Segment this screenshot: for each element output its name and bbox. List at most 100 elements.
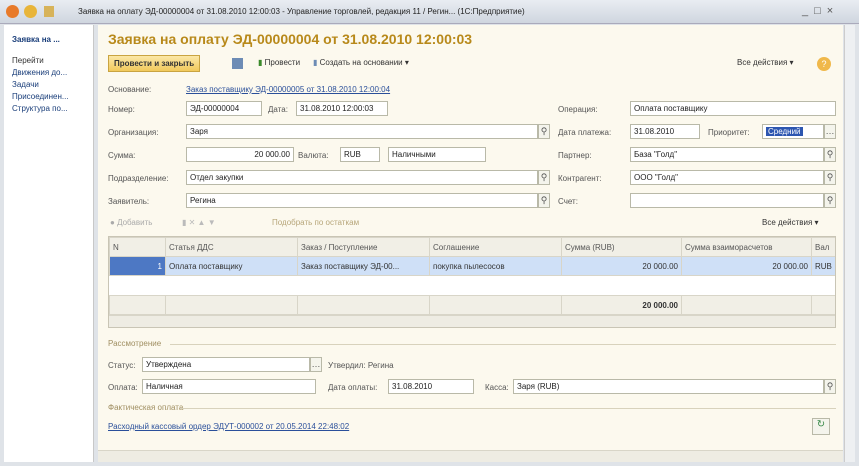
sidebar-item-tasks[interactable]: Задачи bbox=[12, 80, 39, 89]
dept-field[interactable]: Отдел закупки bbox=[186, 170, 538, 185]
currency-label: Валюта: bbox=[298, 151, 329, 160]
applicant-label: Заявитель: bbox=[108, 197, 150, 206]
applicant-field[interactable]: Регина bbox=[186, 193, 538, 208]
title-bar: Заявка на оплату ЭД-00000004 от 31.08.20… bbox=[0, 0, 859, 24]
date-field[interactable]: 31.08.2010 12:00:03 bbox=[296, 101, 388, 116]
basis-label: Основание: bbox=[108, 85, 152, 94]
sum-field[interactable]: 20 000.00 bbox=[186, 147, 294, 162]
date-label: Дата: bbox=[268, 105, 288, 114]
cell-sum: 20 000.00 bbox=[561, 256, 682, 276]
search-icon[interactable]: ⚲ bbox=[824, 147, 836, 162]
sum-label: Сумма: bbox=[108, 151, 136, 160]
horizontal-scrollbar[interactable] bbox=[109, 315, 835, 327]
sidebar: Заявка на ... Перейти Движения до... Зад… bbox=[4, 25, 94, 462]
save-icon[interactable] bbox=[232, 58, 243, 69]
dept-label: Подразделение: bbox=[108, 174, 169, 183]
partner-field[interactable]: База "Голд" bbox=[630, 147, 824, 162]
priority-label: Приоритет: bbox=[708, 128, 750, 137]
payment-label: Оплата: bbox=[108, 383, 138, 392]
sidebar-item-attached[interactable]: Присоединен... bbox=[12, 92, 69, 101]
contractor-label: Контрагент: bbox=[558, 174, 602, 183]
actual-payment-section: Фактическая оплата bbox=[108, 403, 184, 412]
table-footer: 20 000.00 bbox=[109, 295, 835, 315]
search-icon[interactable]: ⚲ bbox=[824, 379, 836, 394]
payment-date-label: Дата оплаты: bbox=[328, 383, 378, 392]
paydate-label: Дата платежа: bbox=[558, 128, 612, 137]
cash-field[interactable]: Заря (RUB) bbox=[513, 379, 824, 394]
cash-order-link[interactable]: Расходный кассовый ордер ЭДУТ-000002 от … bbox=[108, 422, 349, 431]
form-horizontal-scrollbar[interactable] bbox=[98, 450, 843, 462]
column-header[interactable]: Статья ДДС bbox=[165, 237, 298, 257]
column-header[interactable]: N bbox=[109, 237, 166, 257]
cell-article: Оплата поставщику bbox=[165, 256, 298, 276]
column-header[interactable]: Вал bbox=[811, 237, 835, 257]
column-header[interactable]: Сумма (RUB) bbox=[561, 237, 682, 257]
account-label: Счет: bbox=[558, 197, 578, 206]
cell-currency: RUB bbox=[811, 256, 835, 276]
create-based-label: Создать на основании ▾ bbox=[319, 58, 409, 67]
sidebar-item-request[interactable]: Заявка на ... bbox=[12, 35, 60, 44]
select-button[interactable]: … bbox=[310, 357, 322, 372]
page-title: Заявка на оплату ЭД-00000004 от 31.08.20… bbox=[108, 31, 473, 47]
operation-label: Операция: bbox=[558, 105, 598, 114]
pick-by-balance-button[interactable]: Подобрать по остаткам bbox=[272, 218, 359, 227]
cell-order: Заказ поставщику ЭД-00... bbox=[297, 256, 430, 276]
payment-date-field[interactable]: 31.08.2010 bbox=[388, 379, 474, 394]
vertical-scrollbar[interactable] bbox=[844, 25, 855, 462]
account-field[interactable] bbox=[630, 193, 824, 208]
column-header[interactable]: Сумма взаиморасчетов bbox=[681, 237, 812, 257]
status-label: Статус: bbox=[108, 361, 136, 370]
review-section: Рассмотрение bbox=[108, 339, 162, 348]
search-icon[interactable]: ⚲ bbox=[538, 124, 550, 139]
priority-value: Средний bbox=[766, 127, 803, 136]
select-button[interactable]: … bbox=[824, 124, 836, 139]
search-icon[interactable]: ⚲ bbox=[538, 193, 550, 208]
search-icon[interactable]: ⚲ bbox=[824, 170, 836, 185]
contractor-field[interactable]: ООО "Голд" bbox=[630, 170, 824, 185]
add-label: Добавить bbox=[117, 218, 153, 227]
post-and-close-button[interactable]: Провести и закрыть bbox=[108, 55, 201, 72]
window-controls-icon[interactable]: _□× bbox=[802, 5, 839, 17]
favorites-icon[interactable] bbox=[44, 6, 54, 17]
divider bbox=[180, 408, 836, 409]
org-field[interactable]: Заря bbox=[186, 124, 538, 139]
basis-link[interactable]: Заказ поставщику ЭД-00000005 от 31.08.20… bbox=[186, 85, 390, 94]
add-row-button[interactable]: ● Добавить bbox=[110, 218, 152, 227]
cell-settlement-sum: 20 000.00 bbox=[681, 256, 812, 276]
items-table[interactable]: N Статья ДДС Заказ / Поступление Соглаше… bbox=[108, 236, 836, 328]
create-based-button[interactable]: ▮ Создать на основании ▾ bbox=[308, 55, 414, 72]
payform-field[interactable]: Наличными bbox=[388, 147, 486, 162]
post-button[interactable]: ▮ Провести bbox=[253, 55, 305, 72]
cell-n: 1 bbox=[109, 256, 166, 276]
refresh-icon[interactable]: ↻ bbox=[812, 418, 830, 435]
table-row[interactable]: 1 Оплата поставщику Заказ поставщику ЭД-… bbox=[109, 256, 835, 276]
post-label: Провести bbox=[264, 58, 301, 67]
sidebar-item-structure[interactable]: Структура по... bbox=[12, 104, 68, 113]
payment-field[interactable]: Наличная bbox=[142, 379, 316, 394]
help-icon[interactable]: ? bbox=[817, 57, 831, 71]
partner-label: Партнер: bbox=[558, 151, 592, 160]
column-header[interactable]: Соглашение bbox=[429, 237, 562, 257]
total-sum: 20 000.00 bbox=[561, 295, 682, 315]
paydate-field[interactable]: 31.08.2010 bbox=[630, 124, 700, 139]
number-field[interactable]: ЭД-00000004 bbox=[186, 101, 262, 116]
search-icon[interactable]: ⚲ bbox=[824, 193, 836, 208]
currency-field[interactable]: RUB bbox=[340, 147, 380, 162]
sidebar-item-movements[interactable]: Движения до... bbox=[12, 68, 67, 77]
nav-icon[interactable] bbox=[24, 5, 37, 18]
status-field[interactable]: Утверждена bbox=[142, 357, 310, 372]
sidebar-heading-goto: Перейти bbox=[12, 56, 44, 65]
all-actions-button[interactable]: Все действия ▾ bbox=[732, 55, 799, 72]
form-area: Заявка на оплату ЭД-00000004 от 31.08.20… bbox=[98, 25, 843, 462]
app-menu-icon[interactable] bbox=[6, 5, 19, 18]
number-label: Номер: bbox=[108, 105, 135, 114]
row-actions-icons[interactable]: ▮ ✕ ▲ ▼ bbox=[182, 218, 216, 227]
priority-field[interactable]: Средний bbox=[762, 124, 824, 139]
table-all-actions-button[interactable]: Все действия ▾ bbox=[762, 218, 819, 227]
search-icon[interactable]: ⚲ bbox=[538, 170, 550, 185]
operation-field[interactable]: Оплата поставщику bbox=[630, 101, 836, 116]
table-header: N Статья ДДС Заказ / Поступление Соглаше… bbox=[109, 237, 835, 257]
window-title: Заявка на оплату ЭД-00000004 от 31.08.20… bbox=[78, 7, 525, 16]
org-label: Организация: bbox=[108, 128, 159, 137]
column-header[interactable]: Заказ / Поступление bbox=[297, 237, 430, 257]
